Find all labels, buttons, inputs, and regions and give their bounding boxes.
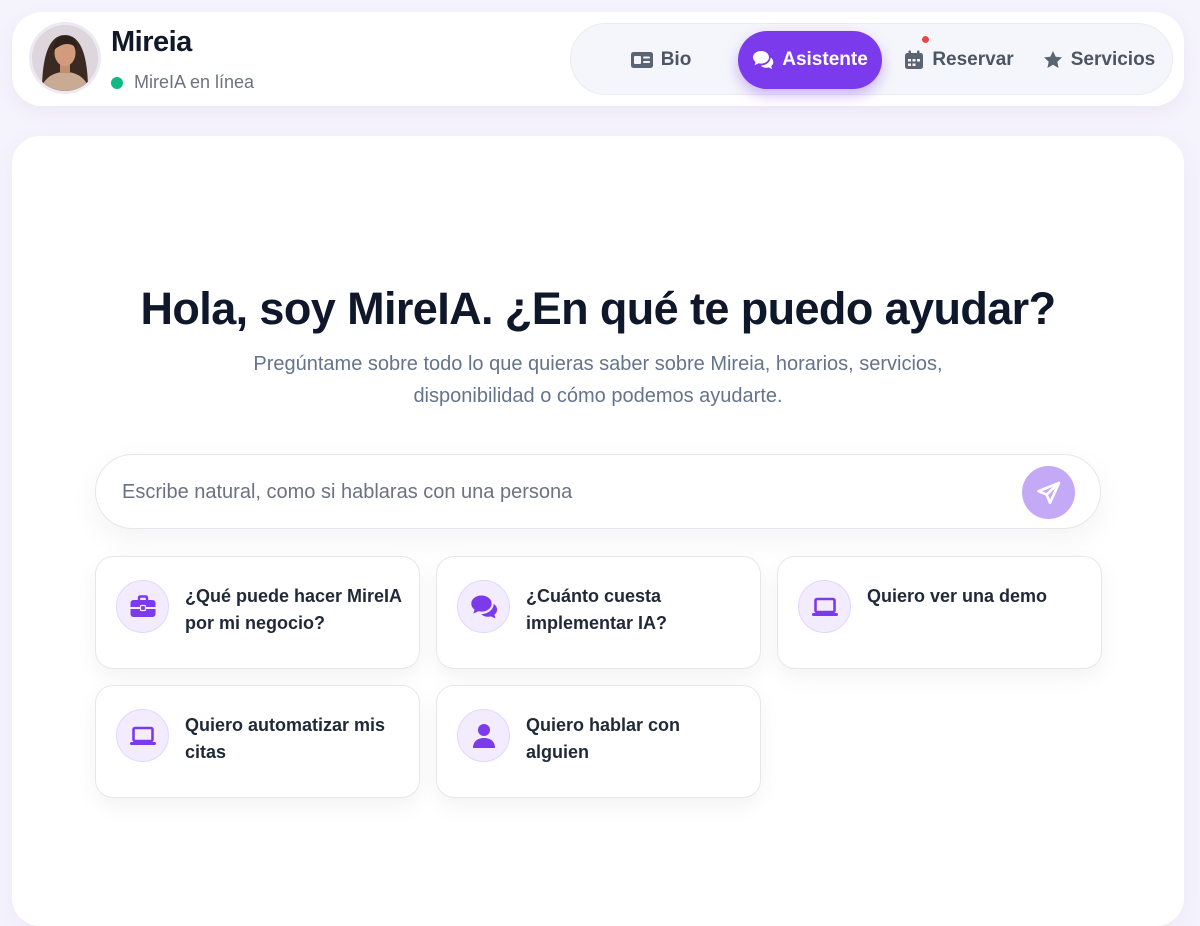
assistant-panel: Hola, soy MireIA. ¿En qué te puedo ayuda…: [12, 136, 1184, 926]
suggestion-icon: [116, 709, 169, 762]
chat-bubbles-icon: [470, 595, 497, 618]
status-text: MireIA en línea: [134, 72, 255, 92]
laptop-icon: [811, 597, 838, 616]
page-title: Hola, soy MireIA. ¿En qué te puedo ayuda…: [140, 283, 1057, 334]
paper-plane-icon: [1036, 481, 1060, 504]
suggestion-card-demo[interactable]: Quiero ver una demo: [777, 556, 1102, 669]
top-header: Mireia MireIA en línea Bio Asistente Res…: [12, 12, 1184, 106]
tab-bio-label: Bio: [660, 49, 692, 70]
suggestion-icon: [116, 580, 169, 633]
star-icon: [1043, 51, 1062, 68]
suggestion-label: Quiero hablar con alguien: [526, 715, 681, 762]
chat-input[interactable]: [122, 473, 1002, 511]
avatar: [32, 25, 98, 91]
suggestion-label: Quiero automatizar mis citas: [185, 715, 386, 762]
suggestion-label: ¿Cuánto cuesta implementar IA?: [526, 586, 668, 633]
notification-dot: [921, 35, 930, 44]
online-status: MireIA en línea: [111, 72, 254, 93]
suggestion-label: ¿Qué puede hacer MireIA por mi negocio?: [185, 586, 402, 633]
profile-name: Mireia: [111, 26, 192, 58]
suggestion-card-business[interactable]: ¿Qué puede hacer MireIA por mi negocio?: [95, 556, 420, 669]
calendar-icon: [905, 50, 924, 69]
suggestion-icon: [457, 580, 510, 633]
send-button[interactable]: [1022, 466, 1075, 519]
id-card-icon: [630, 52, 653, 68]
tab-servicios[interactable]: Servicios: [1040, 31, 1158, 89]
laptop-icon: [129, 726, 156, 745]
nav-tabs: Bio Asistente Reservar Servicios: [570, 23, 1173, 95]
suggestion-card-contact[interactable]: Quiero hablar con alguien: [436, 685, 761, 798]
tab-asistente[interactable]: Asistente: [738, 31, 882, 89]
tab-servicios-label: Servicios: [1070, 49, 1156, 70]
suggestion-label: Quiero ver una demo: [867, 586, 1048, 606]
chat-composer: [95, 454, 1101, 529]
online-dot-icon: [111, 76, 123, 89]
chat-bubbles-icon: [753, 51, 774, 69]
briefcase-icon: [130, 594, 155, 617]
tab-reservar-label: Reservar: [932, 49, 1014, 70]
tab-asistente-label: Asistente: [782, 49, 868, 70]
user-icon: [472, 723, 495, 748]
tab-bio[interactable]: Bio: [602, 31, 720, 89]
tab-reservar[interactable]: Reservar: [896, 31, 1022, 89]
suggestion-icon: [457, 709, 510, 762]
suggestion-card-automate[interactable]: Quiero automatizar mis citas: [95, 685, 420, 798]
page-subtitle: Pregúntame sobre todo lo que quieras sab…: [253, 353, 943, 407]
suggestion-icon: [798, 580, 851, 633]
suggestion-card-pricing[interactable]: ¿Cuánto cuesta implementar IA?: [436, 556, 761, 669]
